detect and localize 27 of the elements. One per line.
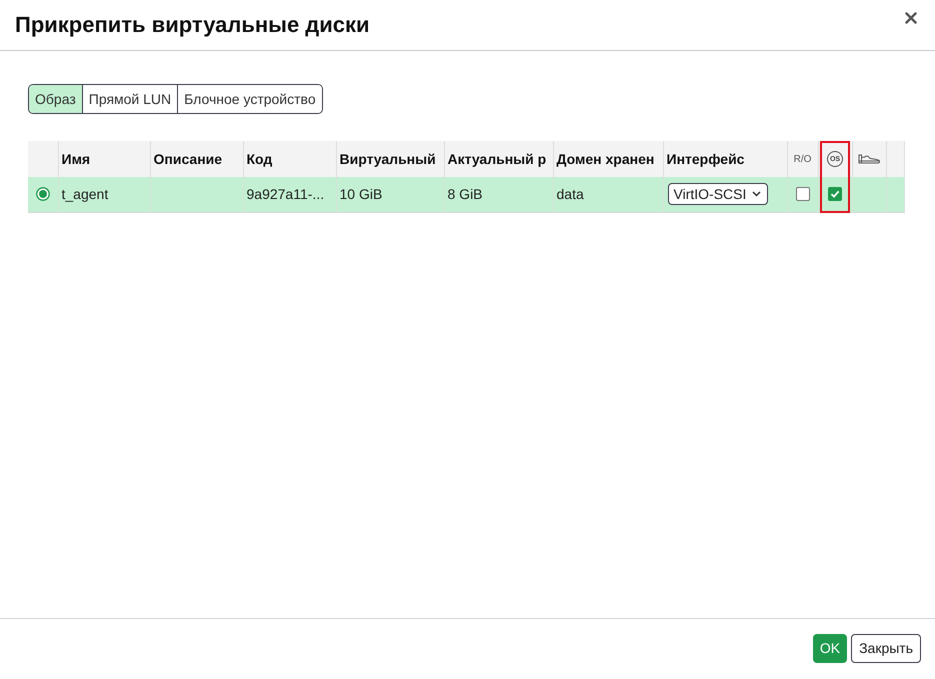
shoe-icon: [858, 154, 880, 164]
radio-button[interactable]: [36, 187, 50, 202]
table-cell: 9a927a11-...: [246, 186, 324, 202]
ok-button[interactable]: OK: [812, 634, 848, 663]
checkbox[interactable]: [796, 187, 810, 202]
close-icon: [905, 12, 917, 24]
table-cell: data: [556, 186, 584, 202]
checkbox[interactable]: [828, 187, 842, 202]
column-header: Виртуальный: [340, 150, 436, 166]
column-header: Актуальный р: [448, 150, 546, 166]
dialog-title: Прикрепить виртуальные диски: [15, 11, 370, 39]
column-header: Имя: [62, 150, 90, 166]
table-cell: 10 GiB: [340, 186, 382, 202]
chevron-down-icon: [752, 191, 760, 198]
table-cell: t_agent: [62, 186, 108, 202]
table-row[interactable]: t_agent 9a927a11-... 10 GiB 8 GiB data VirtIO-SCSI: [28, 177, 904, 212]
column-header: Описание: [154, 150, 222, 166]
column-header: Домен хранен: [556, 150, 654, 166]
close-button[interactable]: [903, 10, 919, 26]
column-header: R/O: [794, 152, 812, 166]
interface-dropdown[interactable]: VirtIO-SCSI: [668, 183, 768, 206]
tab[interactable]: Образ: [29, 85, 82, 113]
close-dialog-button[interactable]: Закрыть: [851, 634, 921, 663]
tab[interactable]: Блочное устройство: [177, 85, 322, 113]
column-header: Интерфейс: [666, 150, 744, 166]
column-header: Код: [246, 150, 272, 166]
table-cell: 8 GiB: [448, 186, 483, 202]
